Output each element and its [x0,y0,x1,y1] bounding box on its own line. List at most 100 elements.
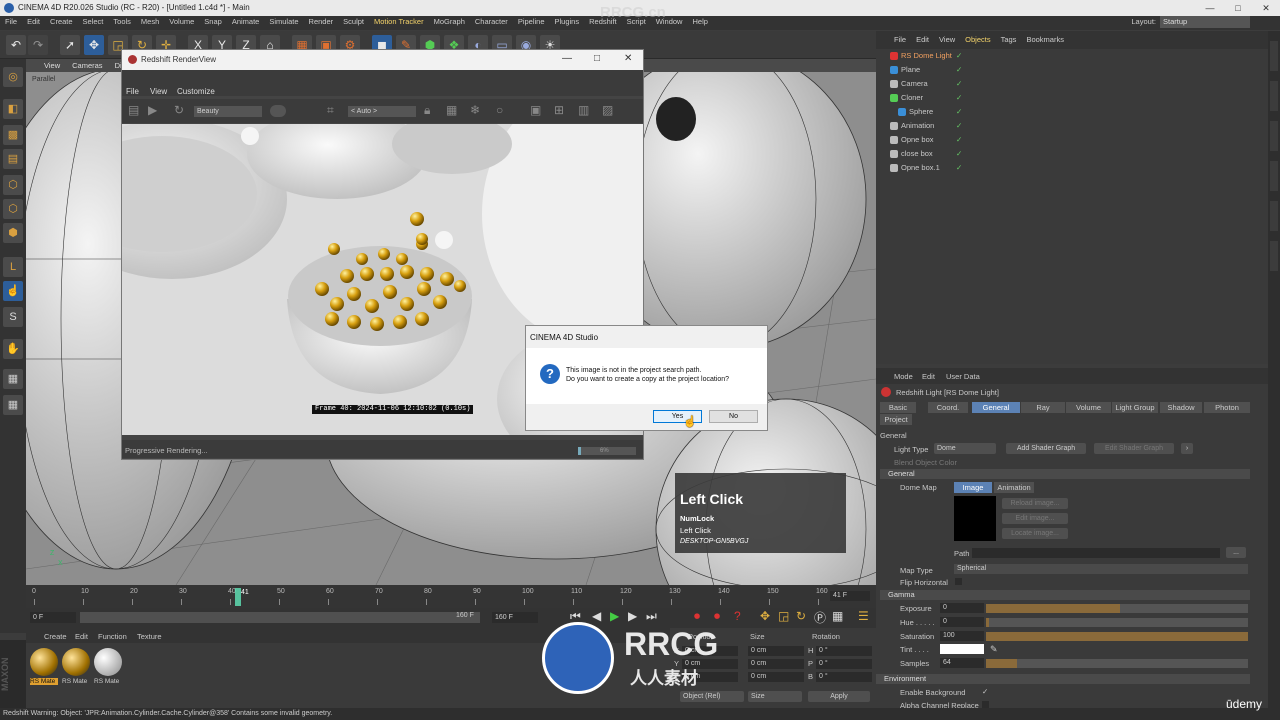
locate-image-button[interactable]: Locate image... [1002,528,1068,539]
lock-icon[interactable]: 🔒︎ [424,103,430,118]
gamma-section[interactable]: Gamma [880,590,1250,600]
alpha-channel-checkbox[interactable] [982,701,989,708]
mat-menu-texture[interactable]: Texture [137,632,162,641]
obj-menu-tags[interactable]: Tags [1001,31,1017,49]
material-label[interactable]: RS Mate [94,678,122,685]
play-render-icon[interactable]: ▶ [148,103,157,117]
crop-icon[interactable]: ⌗ [327,103,334,118]
close-button[interactable]: ✕ [1252,0,1280,16]
side-tab[interactable] [1270,81,1278,111]
side-tab[interactable] [1270,41,1278,71]
object-row[interactable]: Opne box.1 ✓ [876,161,1268,175]
attr-tab-ray[interactable]: Ray [1021,402,1065,413]
object-row[interactable]: Animation ✓ [876,119,1268,133]
saturation-field[interactable]: 100 [940,631,984,641]
hue-slider[interactable] [986,618,1248,627]
maximize-button[interactable]: □ [1224,0,1252,16]
obj-menu-bookmarks[interactable]: Bookmarks [1026,31,1064,49]
object-row[interactable]: RS Dome Light ✓ [876,49,1268,63]
obj-menu-edit[interactable]: Edit [916,31,929,49]
save-image-icon[interactable]: ▨ [602,103,613,117]
reload-image-button[interactable]: Reload image... [1002,498,1068,509]
attr-tab-general[interactable]: General [972,402,1020,413]
side-tab[interactable] [1270,161,1278,191]
side-tab[interactable] [1270,241,1278,271]
dome-image-tab[interactable]: Image [954,482,992,493]
add-shader-graph-button[interactable]: Add Shader Graph [1006,443,1086,454]
minimize-button[interactable]: — [1196,0,1224,16]
rv-close-button[interactable]: ✕ [624,53,632,64]
side-tab[interactable] [1270,201,1278,231]
menu-mesh[interactable]: Mesh [136,16,164,30]
attr-tab-shadow[interactable]: Shadow [1160,402,1202,413]
menu-mograph[interactable]: MoGraph [429,16,470,30]
material-swatch[interactable] [62,648,90,676]
coord-size-dropdown[interactable]: Size [748,691,802,702]
menu-plugins[interactable]: Plugins [550,16,585,30]
rotation-y-field[interactable]: 0 ° [816,659,872,669]
enable-background-check-icon[interactable]: ✓ [982,687,988,696]
circle-icon[interactable]: ○ [496,103,503,117]
environment-section[interactable]: Environment [876,674,1250,684]
visibility-check-icon[interactable]: ✓ [956,121,962,130]
size-y-field[interactable]: 0 cm [748,659,804,669]
rv-menu-customize[interactable]: Customize [177,87,215,96]
texture-mode-icon[interactable]: ▩ [3,125,23,145]
map-type-dropdown[interactable]: Spherical [954,564,1248,574]
timeline[interactable]: 0 10 20 30 40 50 60 70 80 90 100 110 120 130 140 150 160… [26,585,876,608]
menu-select[interactable]: Select [78,16,109,30]
exposure-slider[interactable] [986,604,1248,613]
shader-graph-arrow-icon[interactable]: › [1181,443,1193,454]
undo-icon[interactable]: ↶ [6,35,26,55]
menu-pipeline[interactable]: Pipeline [513,16,550,30]
visibility-check-icon[interactable]: ✓ [956,65,962,74]
start-frame-field[interactable]: 0 F [30,612,76,623]
visibility-check-icon[interactable]: ✓ [956,79,962,88]
samples-field[interactable]: 64 [940,658,984,668]
grid-icon[interactable]: ▦ [3,369,23,389]
no-button[interactable]: No [709,410,758,423]
menu-simulate[interactable]: Simulate [264,16,303,30]
rv-minimize-button[interactable]: — [562,53,572,64]
obj-menu-view[interactable]: View [939,31,955,49]
exposure-field[interactable]: 0 [940,603,984,613]
clapper-icon[interactable]: ▤ [128,103,139,117]
visibility-check-icon[interactable]: ✓ [956,135,962,144]
workplane-icon[interactable]: ▤ [3,149,23,169]
object-row[interactable]: Cloner ✓ [876,91,1268,105]
layout-selector[interactable]: Layout: Startup [1131,16,1250,28]
attr-tab-volume[interactable]: Volume [1066,402,1111,413]
dome-map-thumbnail[interactable] [954,496,996,541]
flip-horizontal-checkbox[interactable] [955,578,962,585]
menu-sculpt[interactable]: Sculpt [338,16,369,30]
object-row[interactable]: Sphere ✓ [876,105,1268,119]
menu-volume[interactable]: Volume [164,16,199,30]
visibility-check-icon[interactable]: ✓ [956,107,962,116]
layout-dropdown[interactable]: Startup [1160,16,1250,28]
snap-icon[interactable]: S [3,307,23,327]
attr-tab-coord-[interactable]: Coord. [928,402,968,413]
material-swatch[interactable] [30,648,58,676]
size-x-field[interactable]: 0 cm [748,646,804,656]
snowflake-icon[interactable]: ❄ [470,103,480,117]
material-swatch[interactable] [94,648,122,676]
attr-tab-light-group[interactable]: Light Group [1112,402,1158,413]
eyedropper-icon[interactable]: ✎ [990,644,998,655]
edges-mode-icon[interactable]: ⬡ [3,199,23,219]
make-editable-icon[interactable]: ◎ [3,67,23,87]
tint-color-swatch[interactable] [940,644,984,654]
move-tool-icon[interactable]: ✥ [84,35,104,55]
dome-animation-tab[interactable]: Animation [994,482,1034,493]
edit-shader-graph-button[interactable]: Edit Shader Graph [1094,443,1174,454]
aov-dropdown[interactable]: Beauty [194,106,262,117]
attr-menu-userdata[interactable]: User Data [946,372,980,381]
menu-edit[interactable]: Edit [22,16,45,30]
attr-menu-edit[interactable]: Edit [922,372,935,381]
object-row[interactable]: Camera ✓ [876,77,1268,91]
current-frame-field[interactable]: 41 F [830,591,870,601]
mat-menu-create[interactable]: Create [44,632,67,641]
menu-tools[interactable]: Tools [108,16,136,30]
obj-menu-objects[interactable]: Objects [965,31,990,49]
object-row[interactable]: Opne box ✓ [876,133,1268,147]
rv-maximize-button[interactable]: □ [594,53,600,64]
